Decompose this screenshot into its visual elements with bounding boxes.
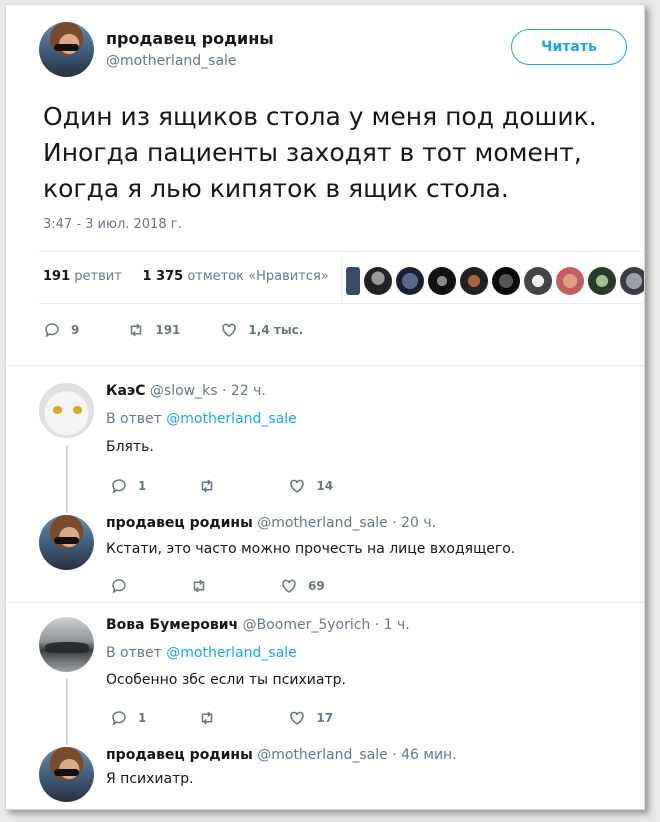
- reply-author-handle[interactable]: @motherland_sale: [257, 747, 388, 763]
- reply-to-mention[interactable]: @motherland_sale: [166, 411, 297, 427]
- reply-author-name[interactable]: Вова Бумерович: [106, 617, 238, 633]
- reply-text: Особенно збс если ты психиатр.: [106, 672, 346, 688]
- reply-header: продавец родины @motherland_sale · 46 ми…: [106, 747, 457, 763]
- reply-button[interactable]: [110, 577, 138, 595]
- author-name[interactable]: продавец родины: [106, 29, 274, 48]
- retweet-icon: [131, 323, 142, 337]
- thread-line: [66, 679, 68, 745]
- retweet-icon: [202, 479, 213, 493]
- reply-actions: 1 17: [110, 709, 373, 727]
- reply-button[interactable]: 1: [110, 709, 146, 727]
- reply-avatar[interactable]: [39, 617, 94, 672]
- liker-avatar[interactable]: [346, 267, 360, 295]
- reply-time[interactable]: · 20 ч.: [392, 515, 436, 531]
- reply-count: 1: [138, 479, 147, 493]
- like-icon: [282, 579, 296, 593]
- retweet-icon: [193, 579, 205, 593]
- liker-avatar[interactable]: [428, 267, 456, 295]
- reply-button[interactable]: 9: [43, 321, 79, 339]
- retweet-button[interactable]: [190, 577, 218, 595]
- reply-to-line: В ответ @motherland_sale: [106, 645, 297, 661]
- retweets-label[interactable]: ретвит: [74, 269, 122, 284]
- reply-count: 1: [138, 711, 147, 725]
- like-icon: [290, 479, 305, 493]
- reply-text: Кстати, это часто можно прочесть на лице…: [106, 541, 516, 557]
- stats-separator: [341, 257, 342, 303]
- reply-time[interactable]: · 22 ч.: [222, 383, 266, 399]
- reply-header: продавец родины @motherland_sale · 20 ч.: [106, 515, 436, 531]
- reply-header: Вова Бумерович @Boomer_5yorich · 1 ч.: [106, 617, 410, 633]
- like-icon: [290, 711, 305, 725]
- like-button[interactable]: 1,4 тыс.: [220, 321, 303, 339]
- reply-author-name[interactable]: продавец родины: [106, 747, 253, 763]
- liker-avatar[interactable]: [556, 267, 584, 295]
- liker-avatar[interactable]: [460, 267, 488, 295]
- reply-header: КаэС @slow_ks · 22 ч.: [106, 383, 266, 399]
- reply-button[interactable]: 1: [110, 477, 146, 495]
- like-count: 69: [308, 579, 325, 593]
- liker-avatar[interactable]: [620, 267, 644, 295]
- likes-label[interactable]: отметок «Нравится»: [187, 269, 328, 284]
- reply-to-prefix: В ответ: [106, 411, 162, 427]
- reply-icon: [112, 711, 126, 726]
- reply-icon: [112, 579, 126, 594]
- liker-avatar[interactable]: [492, 267, 520, 295]
- retweet-count: 191: [155, 323, 181, 337]
- retweet-icon: [202, 711, 213, 725]
- like-button[interactable]: 69: [280, 577, 325, 595]
- divider: [6, 365, 644, 366]
- follow-button[interactable]: Читать: [511, 29, 627, 65]
- like-count: 14: [316, 479, 334, 493]
- reply-to-prefix: В ответ: [106, 645, 162, 661]
- liker-avatar[interactable]: [588, 267, 616, 295]
- tweet-timestamp[interactable]: 3:47 - 3 июл. 2018 г.: [43, 217, 182, 232]
- divider: [39, 251, 642, 252]
- like-button[interactable]: 17: [288, 709, 333, 727]
- reply-time[interactable]: · 1 ч.: [375, 617, 410, 633]
- liker-avatar[interactable]: [524, 267, 552, 295]
- tweet-stats: 191 ретвит 1 375 отметок «Нравится»: [43, 269, 329, 284]
- retweet-button[interactable]: 191: [127, 321, 180, 339]
- divider: [39, 303, 642, 304]
- liker-avatars: [346, 261, 644, 301]
- reply-icon: [112, 479, 126, 494]
- reply-count: 9: [71, 323, 80, 337]
- retweet-button[interactable]: [198, 709, 226, 727]
- reply-author-handle[interactable]: @slow_ks: [150, 383, 218, 399]
- author-avatar[interactable]: [39, 22, 94, 77]
- like-count: 1,4 тыс.: [248, 323, 304, 337]
- liker-avatar[interactable]: [364, 267, 392, 295]
- reply-actions: 69: [110, 577, 365, 595]
- tweet-actions: 9 191 1,4 тыс.: [43, 321, 343, 339]
- retweets-count[interactable]: 191: [43, 269, 70, 284]
- like-icon: [222, 323, 237, 337]
- likes-count[interactable]: 1 375: [142, 269, 183, 284]
- reply-avatar[interactable]: [39, 747, 94, 802]
- tweet-card: продавец родины @motherland_sale Читать …: [5, 4, 645, 810]
- reply-avatar[interactable]: [39, 383, 94, 438]
- reply-to-line: В ответ @motherland_sale: [106, 411, 297, 427]
- reply-author-name[interactable]: КаэС: [106, 383, 145, 399]
- like-button[interactable]: 14: [288, 477, 333, 495]
- reply-text: Я психиатр.: [106, 771, 194, 787]
- reply-icon: [45, 323, 59, 338]
- thread-line: [66, 445, 68, 513]
- reply-text: Блять.: [106, 439, 154, 455]
- divider: [6, 602, 644, 603]
- author-handle[interactable]: @motherland_sale: [106, 53, 237, 69]
- tweet-text: Один из ящиков стола у меня под дошик. И…: [43, 102, 597, 203]
- reply-author-handle[interactable]: @Boomer_5yorich: [243, 617, 371, 633]
- reply-author-name[interactable]: продавец родины: [106, 515, 253, 531]
- reply-to-mention[interactable]: @motherland_sale: [166, 645, 297, 661]
- reply-actions: 1 14: [110, 477, 373, 495]
- retweet-button[interactable]: [198, 477, 226, 495]
- reply-avatar[interactable]: [39, 515, 94, 570]
- like-count: 17: [316, 711, 334, 725]
- liker-avatar[interactable]: [396, 267, 424, 295]
- reply-time[interactable]: · 46 мин.: [392, 747, 456, 763]
- reply-author-handle[interactable]: @motherland_sale: [257, 515, 388, 531]
